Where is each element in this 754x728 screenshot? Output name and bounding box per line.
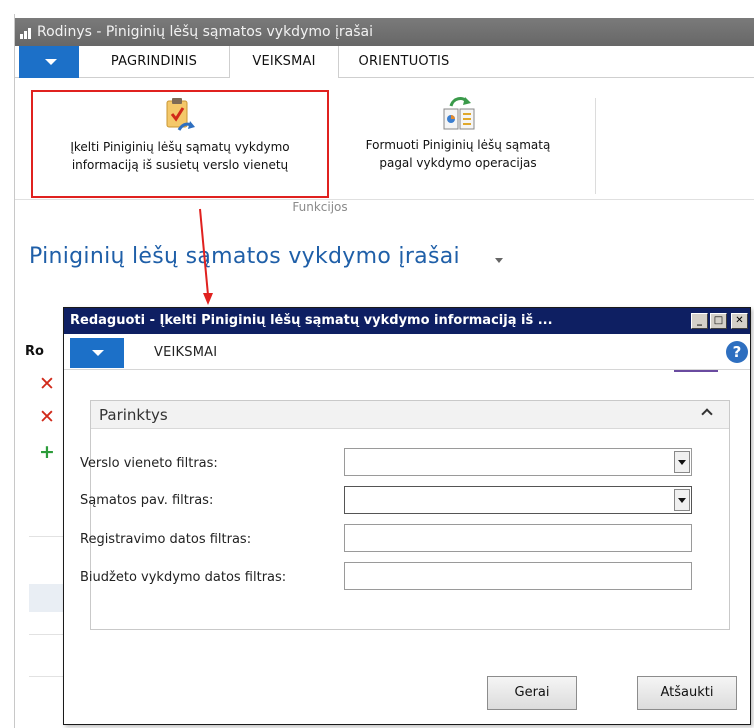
business-unit-filter-label: Verslo vieneto filtras: — [80, 456, 218, 471]
dialog-menu-bar: VEIKSMAI ? — [64, 334, 750, 372]
ribbon-menu-button[interactable] — [19, 46, 79, 78]
fasttab-title: Parinktys — [99, 406, 168, 424]
budget-execution-date-filter-label: Biudžeto vykdymo datos filtras: — [80, 570, 287, 585]
posting-date-filter-input[interactable] — [344, 524, 692, 552]
maximize-icon[interactable]: □ — [710, 313, 727, 329]
import-button-line1: Įkelti Piniginių lėšų sąmatų vykdymo — [70, 140, 290, 154]
dialog-title: Redaguoti - Įkelti Piniginių lėšų sąmatų… — [64, 308, 750, 334]
ok-button[interactable]: Gerai — [487, 676, 577, 710]
ribbon-separator — [595, 98, 596, 194]
dropdown-button[interactable] — [674, 489, 690, 511]
window-title-bar: Rodinys - Piniginių lėšų sąmatos vykdymo… — [15, 18, 754, 46]
budget-name-filter-label: Sąmatos pav. filtras: — [80, 493, 214, 508]
chevron-up-icon[interactable] — [701, 408, 713, 420]
posting-date-filter-label: Registravimo datos filtras: — [80, 532, 252, 547]
options-fasttab: Parinktys — [90, 400, 730, 630]
chevron-down-icon — [678, 460, 686, 465]
tab-pagrindinis[interactable]: PAGRINDINIS — [79, 46, 229, 78]
clipboard-import-icon — [166, 98, 195, 131]
tab-veiksmai[interactable]: VEIKSMAI — [229, 46, 339, 79]
page-title[interactable]: Piniginių lėšų sąmatos vykdymo įrašai — [29, 244, 460, 269]
business-unit-filter-input[interactable] — [344, 448, 692, 476]
chevron-down-icon — [678, 498, 686, 503]
menu-accent-line — [674, 370, 718, 372]
annotation-arrow — [199, 208, 213, 305]
dialog-menu-button[interactable] — [70, 338, 124, 368]
help-icon[interactable]: ? — [726, 341, 748, 363]
import-budget-execution-button[interactable]: Įkelti Piniginių lėšų sąmatų vykdymo inf… — [31, 90, 329, 198]
delete-icon[interactable]: ✕ — [39, 407, 55, 427]
tab-orientuotis[interactable]: ORIENTUOTIS — [339, 46, 469, 78]
chevron-down-icon — [92, 350, 104, 356]
form-budget-button[interactable]: Formuoti Piniginių lėšų sąmatą pagal vyk… — [333, 92, 583, 196]
delete-icon[interactable]: ✕ — [39, 374, 55, 394]
close-icon[interactable]: ✕ — [731, 313, 748, 329]
minimize-icon[interactable]: _ — [691, 313, 708, 329]
documents-generate-icon — [443, 97, 475, 130]
ribbon-group-label: Funkcijos — [292, 200, 348, 214]
add-icon[interactable]: + — [39, 442, 55, 462]
app-icon — [20, 28, 31, 39]
form-button-line2: pagal vykdymo operacijas — [379, 156, 537, 170]
ribbon-body: Įkelti Piniginių lėšų sąmatų vykdymo inf… — [15, 78, 754, 214]
options-dialog: Redaguoti - Įkelti Piniginių lėšų sąmatų… — [63, 307, 751, 725]
dropdown-button[interactable] — [674, 451, 690, 473]
fasttab-header[interactable]: Parinktys — [91, 401, 729, 429]
import-button-line2: informaciją iš susietų verslo vienetų — [71, 158, 289, 172]
budget-name-filter-input[interactable] — [344, 486, 692, 514]
list-column-header: Ro — [25, 344, 44, 359]
cancel-button[interactable]: Atšaukti — [637, 676, 737, 710]
form-button-line1: Formuoti Piniginių lėšų sąmatą — [365, 138, 551, 152]
ribbon-tab-bar: PAGRINDINIS VEIKSMAI ORIENTUOTIS — [15, 46, 754, 79]
dialog-tab-veiksmai[interactable]: VEIKSMAI — [154, 338, 217, 368]
chevron-down-icon[interactable] — [495, 258, 503, 263]
chevron-down-icon — [45, 59, 57, 65]
budget-execution-date-filter-input[interactable] — [344, 562, 692, 590]
window-title: Rodinys - Piniginių lėšų sąmatos vykdymo… — [37, 24, 373, 40]
